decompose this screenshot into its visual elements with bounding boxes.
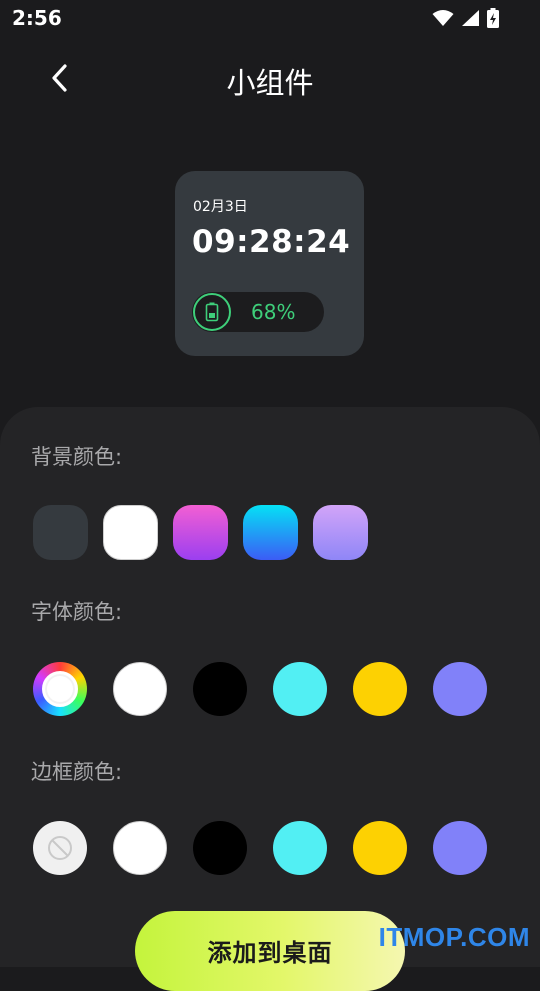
border-color-options [33, 821, 513, 875]
font-swatch-color-wheel[interactable] [33, 662, 87, 716]
bg-swatch-cyan-blue[interactable] [243, 505, 298, 560]
font-color-label: 字体颜色: [31, 600, 123, 624]
border-swatch-yellow[interactable] [353, 821, 407, 875]
widget-preview: 02月3日 09:28:24 68% [175, 171, 364, 356]
widget-date: 02月3日 [193, 199, 248, 215]
font-swatch-white[interactable] [113, 662, 167, 716]
border-swatch-periwinkle[interactable] [433, 821, 487, 875]
font-color-options [33, 662, 513, 716]
status-bar: 2:56 [0, 0, 540, 36]
status-time: 2:56 [12, 6, 62, 30]
no-symbol-icon [48, 836, 72, 860]
color-wheel-center [42, 671, 78, 707]
bg-swatch-white[interactable] [103, 505, 158, 560]
battery-ring [193, 293, 231, 331]
font-swatch-yellow[interactable] [353, 662, 407, 716]
battery-icon [205, 302, 219, 322]
border-color-label: 边框颜色: [31, 760, 123, 784]
bg-swatch-lavender[interactable] [313, 505, 368, 560]
battery-indicator: 68% [192, 292, 324, 332]
battery-charging-icon [487, 8, 499, 28]
bg-swatch-dark-gray[interactable] [33, 505, 88, 560]
signal-icon [462, 10, 479, 26]
widget-time: 09:28:24 [192, 224, 351, 260]
font-swatch-black[interactable] [193, 662, 247, 716]
background-color-options [33, 505, 383, 560]
border-swatch-cyan[interactable] [273, 821, 327, 875]
watermark: ITMOP.COM [378, 922, 530, 952]
border-swatch-black[interactable] [193, 821, 247, 875]
background-color-label: 背景颜色: [31, 445, 123, 469]
page-title: 小组件 [226, 66, 314, 100]
add-to-home-button[interactable]: 添加到桌面 [135, 911, 405, 991]
font-swatch-cyan[interactable] [273, 662, 327, 716]
wifi-icon [432, 10, 454, 26]
add-to-home-label: 添加到桌面 [207, 939, 333, 967]
border-swatch-white[interactable] [113, 821, 167, 875]
border-swatch-none[interactable] [33, 821, 87, 875]
bg-swatch-pink-purple[interactable] [173, 505, 228, 560]
status-icons [432, 8, 500, 28]
font-swatch-periwinkle[interactable] [433, 662, 487, 716]
app-bar: 小组件 [0, 50, 540, 106]
battery-percent: 68% [251, 300, 296, 324]
